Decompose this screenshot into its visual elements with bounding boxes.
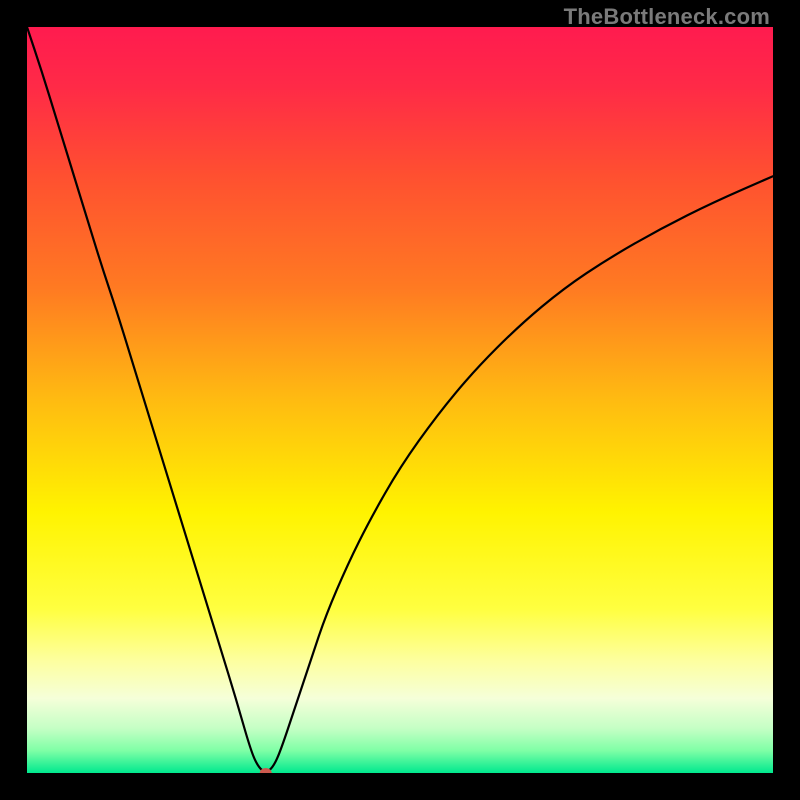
- bottleneck-chart: [27, 27, 773, 773]
- chart-container: [27, 27, 773, 773]
- gradient-background: [27, 27, 773, 773]
- outer-frame: TheBottleneck.com: [0, 0, 800, 800]
